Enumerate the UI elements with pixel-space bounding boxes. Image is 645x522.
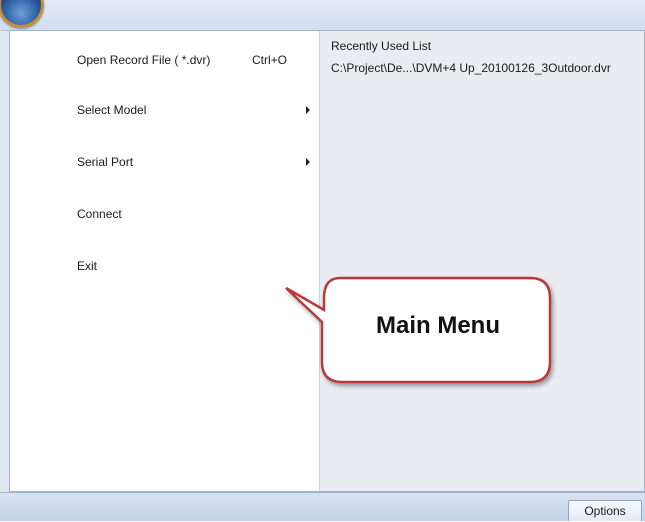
callout-label: Main Menu	[376, 312, 500, 339]
menu-item-connect[interactable]: Connect	[10, 199, 319, 229]
main-menu-panel: Open Record File ( *.dvr) Ctrl+O Select …	[9, 30, 645, 492]
menu-item-label: Connect	[77, 207, 122, 221]
recent-files-pane: Recently Used List C:\Project\De...\DVM+…	[320, 31, 644, 491]
menu-item-label: Open Record File ( *.dvr)	[77, 53, 211, 67]
application-menu-window: Open Record File ( *.dvr) Ctrl+O Select …	[0, 0, 645, 521]
title-strip	[0, 0, 645, 31]
recent-files-title: Recently Used List	[331, 39, 432, 53]
submenu-arrow-icon	[306, 106, 310, 114]
menu-item-exit[interactable]: Exit	[10, 251, 319, 281]
menu-item-label: Select Model	[77, 103, 147, 117]
options-button[interactable]: Options	[568, 500, 642, 521]
menu-item-serial-port[interactable]: Serial Port	[10, 147, 319, 177]
menu-command-list: Open Record File ( *.dvr) Ctrl+O Select …	[10, 31, 320, 491]
menu-item-shortcut: Ctrl+O	[252, 53, 288, 67]
menu-item-open-record-file[interactable]: Open Record File ( *.dvr) Ctrl+O	[10, 45, 319, 75]
menu-item-label: Serial Port	[77, 155, 134, 169]
menu-item-select-model[interactable]: Select Model	[10, 95, 319, 125]
menu-item-label: Exit	[77, 259, 98, 273]
menu-footer-bar	[0, 492, 645, 521]
submenu-arrow-icon	[306, 158, 310, 166]
recent-file-item[interactable]: C:\Project\De...\DVM+4 Up_20100126_3Outd…	[331, 61, 644, 75]
